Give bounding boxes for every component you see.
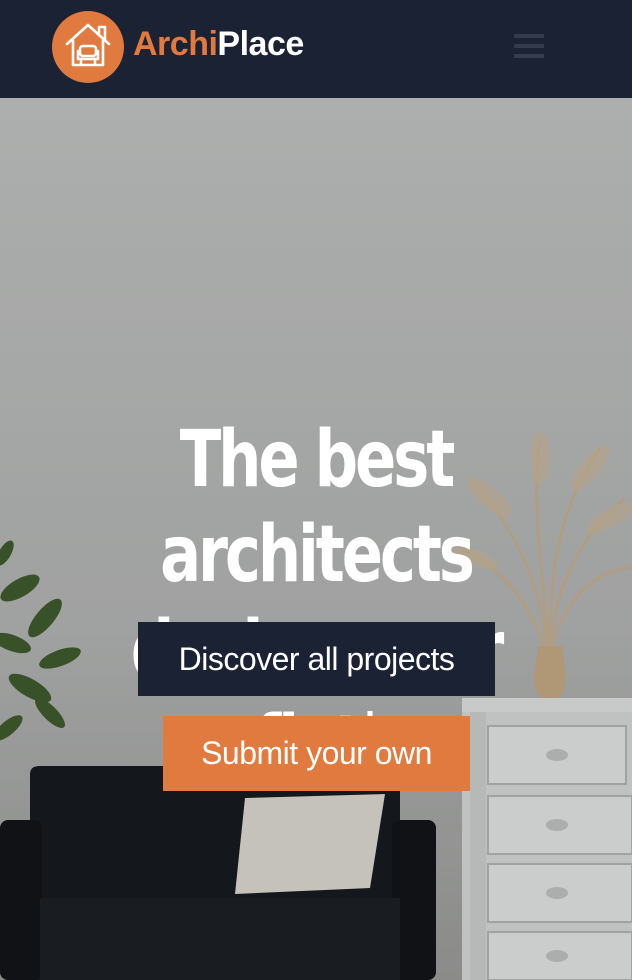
brand-name-part1: Archi — [133, 25, 218, 63]
site-header: ArchiPlace — [0, 0, 632, 98]
hamburger-menu-icon[interactable] — [504, 26, 552, 66]
hero-section: The best architects design your flat| Di… — [0, 98, 632, 980]
discover-projects-button[interactable]: Discover all projects — [138, 622, 495, 696]
brand-name[interactable]: ArchiPlace — [133, 22, 304, 66]
brand-name-part2: Place — [217, 25, 304, 63]
logo-icon[interactable] — [52, 11, 124, 83]
submit-your-own-button[interactable]: Submit your own — [163, 716, 470, 791]
hero-headline-line1: The best architects — [160, 415, 475, 600]
